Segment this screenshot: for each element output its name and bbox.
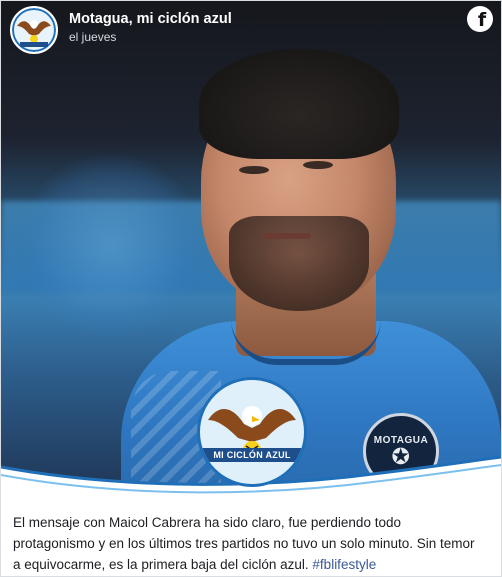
background-blurred-logo xyxy=(16,151,206,341)
jersey-collar xyxy=(231,319,381,365)
watermark-logo: MI CICLÓN AZUL xyxy=(197,377,307,487)
player-mouth xyxy=(263,233,311,239)
post-timestamp-link[interactable]: el jueves xyxy=(69,30,116,44)
watermark-text: MI CICLÓN AZUL xyxy=(200,448,304,462)
eagle-icon xyxy=(208,406,296,459)
player-hair xyxy=(199,49,399,159)
player-beard xyxy=(229,216,369,311)
page-name-link[interactable]: Motagua, mi ciclón azul xyxy=(69,11,232,27)
facebook-post-embed: MOTAGUA ✪ MI CICLÓN AZUL Motagua, mi cic… xyxy=(0,0,502,577)
post-caption: El mensaje con Maicol Cabrera ha sido cl… xyxy=(13,512,483,575)
caption-text: El mensaje con Maicol Cabrera ha sido cl… xyxy=(13,515,475,572)
post-photo[interactable]: MOTAGUA ✪ MI CICLÓN AZUL Motagua, mi cic… xyxy=(1,1,501,496)
facebook-icon[interactable]: f xyxy=(467,6,493,32)
eagle-logo-icon xyxy=(12,8,56,52)
hashtag-link[interactable]: #fblifestyle xyxy=(312,557,376,572)
page-avatar[interactable] xyxy=(10,6,58,54)
player-left-eye xyxy=(239,166,269,174)
player-right-eye xyxy=(303,161,333,169)
post-header: Motagua, mi ciclón azul el jueves f xyxy=(1,1,501,61)
